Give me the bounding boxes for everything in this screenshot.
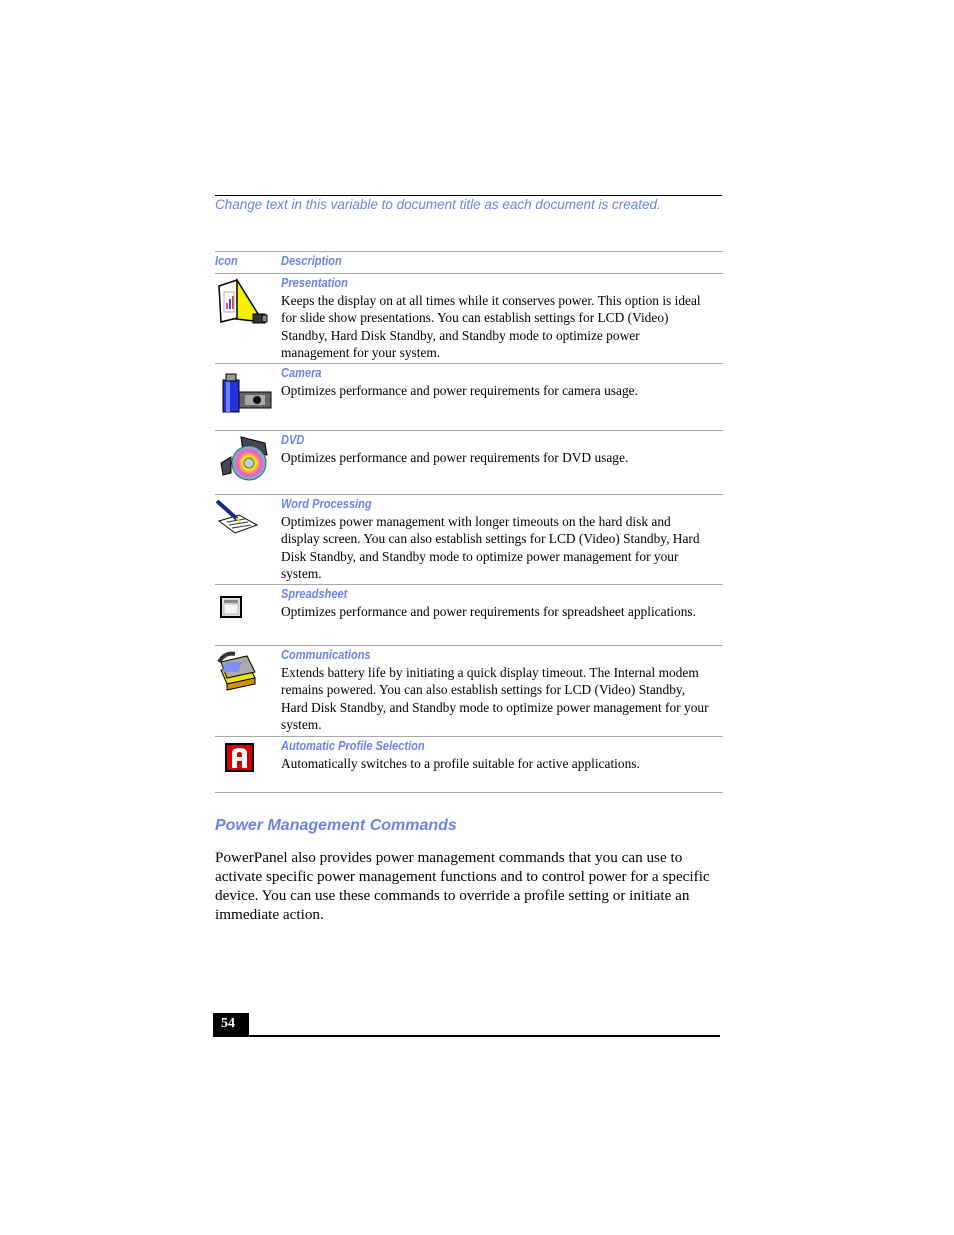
page-number: 54 — [213, 1013, 249, 1035]
table-row: Automatic Profile Selection Automaticall… — [215, 737, 723, 792]
profile-label: DVD — [281, 432, 305, 447]
profile-description: Optimizes performance and power requirem… — [281, 450, 629, 465]
section-heading: Power Management Commands — [215, 817, 457, 834]
profile-label: Presentation — [281, 275, 348, 290]
profile-label: Spreadsheet — [281, 586, 348, 601]
table-row: Spreadsheet Optimizes performance and po… — [215, 585, 723, 645]
table-row: Presentation Keeps the display on at all… — [215, 274, 723, 363]
camera-icon — [222, 373, 272, 413]
profile-description: Optimizes performance and power requirem… — [281, 383, 638, 398]
profile-label: Automatic Profile Selection — [281, 738, 425, 753]
profile-description: Optimizes power management with longer t… — [281, 514, 700, 581]
table-row: Camera Optimizes performance and power r… — [215, 364, 723, 430]
header-rule — [215, 195, 722, 196]
column-header-description: Description — [281, 253, 342, 268]
table-row: Communications Extends battery life by i… — [215, 646, 723, 736]
section-paragraph: PowerPanel also provides power managemen… — [215, 849, 710, 923]
communications-icon — [217, 651, 256, 691]
profile-description: Keeps the display on at all times while … — [281, 293, 701, 360]
profile-description: Optimizes performance and power requirem… — [281, 604, 696, 619]
word-processing-icon — [215, 499, 259, 534]
dvd-icon — [220, 436, 268, 481]
table-row: DVD Optimizes performance and power requ… — [215, 431, 723, 494]
column-header-icon: Icon — [215, 253, 238, 268]
profile-description: Automatically switches to a profile suit… — [281, 756, 640, 771]
document-title-variable: Change text in this variable to document… — [215, 197, 661, 212]
profile-label: Camera — [281, 365, 322, 380]
profile-label: Communications — [281, 647, 371, 662]
spreadsheet-icon — [220, 596, 242, 618]
table-bottom-rule — [215, 792, 723, 793]
profile-description: Extends battery life by initiating a qui… — [281, 665, 709, 732]
footer-rule — [213, 1035, 720, 1037]
presentation-icon — [218, 278, 268, 324]
automatic-profile-icon — [225, 743, 254, 772]
table-header: Icon Description — [215, 252, 723, 273]
table-row: Word Processing Optimizes power manageme… — [215, 495, 723, 584]
profile-icons-table: Icon Description Presentation Keeps the … — [215, 251, 723, 793]
profile-label: Word Processing — [281, 496, 372, 511]
